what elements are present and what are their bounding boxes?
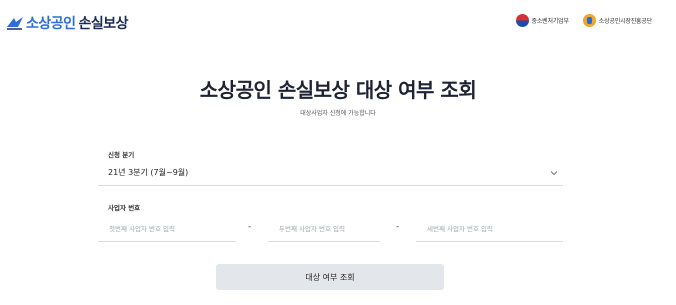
mss-emblem-icon [515,14,529,27]
business-number-part1-input[interactable]: 첫번째 사업자 번호 입력 [98,214,236,242]
partner-semas[interactable]: 소상공인시장진흥공단 [582,14,652,27]
partner-mss-label: 중소벤처기업부 [531,18,569,25]
period-select-value: 21년 3분기 (7월~9월) [108,168,189,177]
site-logo[interactable]: 소상공인 손실보상 [6,10,129,36]
submit-button[interactable]: 대상 여부 조회 [216,264,444,290]
logo-text-part-b: 손실보상 [78,16,129,32]
business-number-part3-placeholder: 세번째 사업자 번호 입력 [427,224,493,233]
period-select[interactable]: 21년 3분기 (7월~9월) [98,160,563,186]
semas-emblem-icon [582,14,596,27]
page-title: 소상공인 손실보상 대상 여부 조회 [199,78,477,102]
chevron-down-icon [550,171,558,176]
logo-text-part-a: 소상공인 [26,16,76,32]
partner-semas-label: 소상공인시장진흥공단 [598,18,652,25]
business-number-separator: - [248,222,252,232]
business-number-part2-input[interactable]: 두번째 사업자 번호 입력 [268,214,380,242]
business-number-part1-placeholder: 첫번째 사업자 번호 입력 [109,224,175,233]
logo-mark-icon [7,17,23,30]
header: 소상공인 손실보상 중소벤처기업부 소상공인시장진흥공단 [0,0,676,48]
period-label: 신청 분기 [108,151,135,159]
business-number-part2-placeholder: 두번째 사업자 번호 입력 [279,224,345,233]
page-subtitle: 대상사업자 신청에 가능합니다 [300,110,376,117]
business-number-separator: - [396,222,400,232]
business-number-part3-input[interactable]: 세번째 사업자 번호 입력 [416,214,563,242]
partner-links: 중소벤처기업부 소상공인시장진흥공단 [502,14,652,27]
partner-mss[interactable]: 중소벤처기업부 [515,14,569,27]
business-number-label: 사업자 번호 [108,204,141,212]
